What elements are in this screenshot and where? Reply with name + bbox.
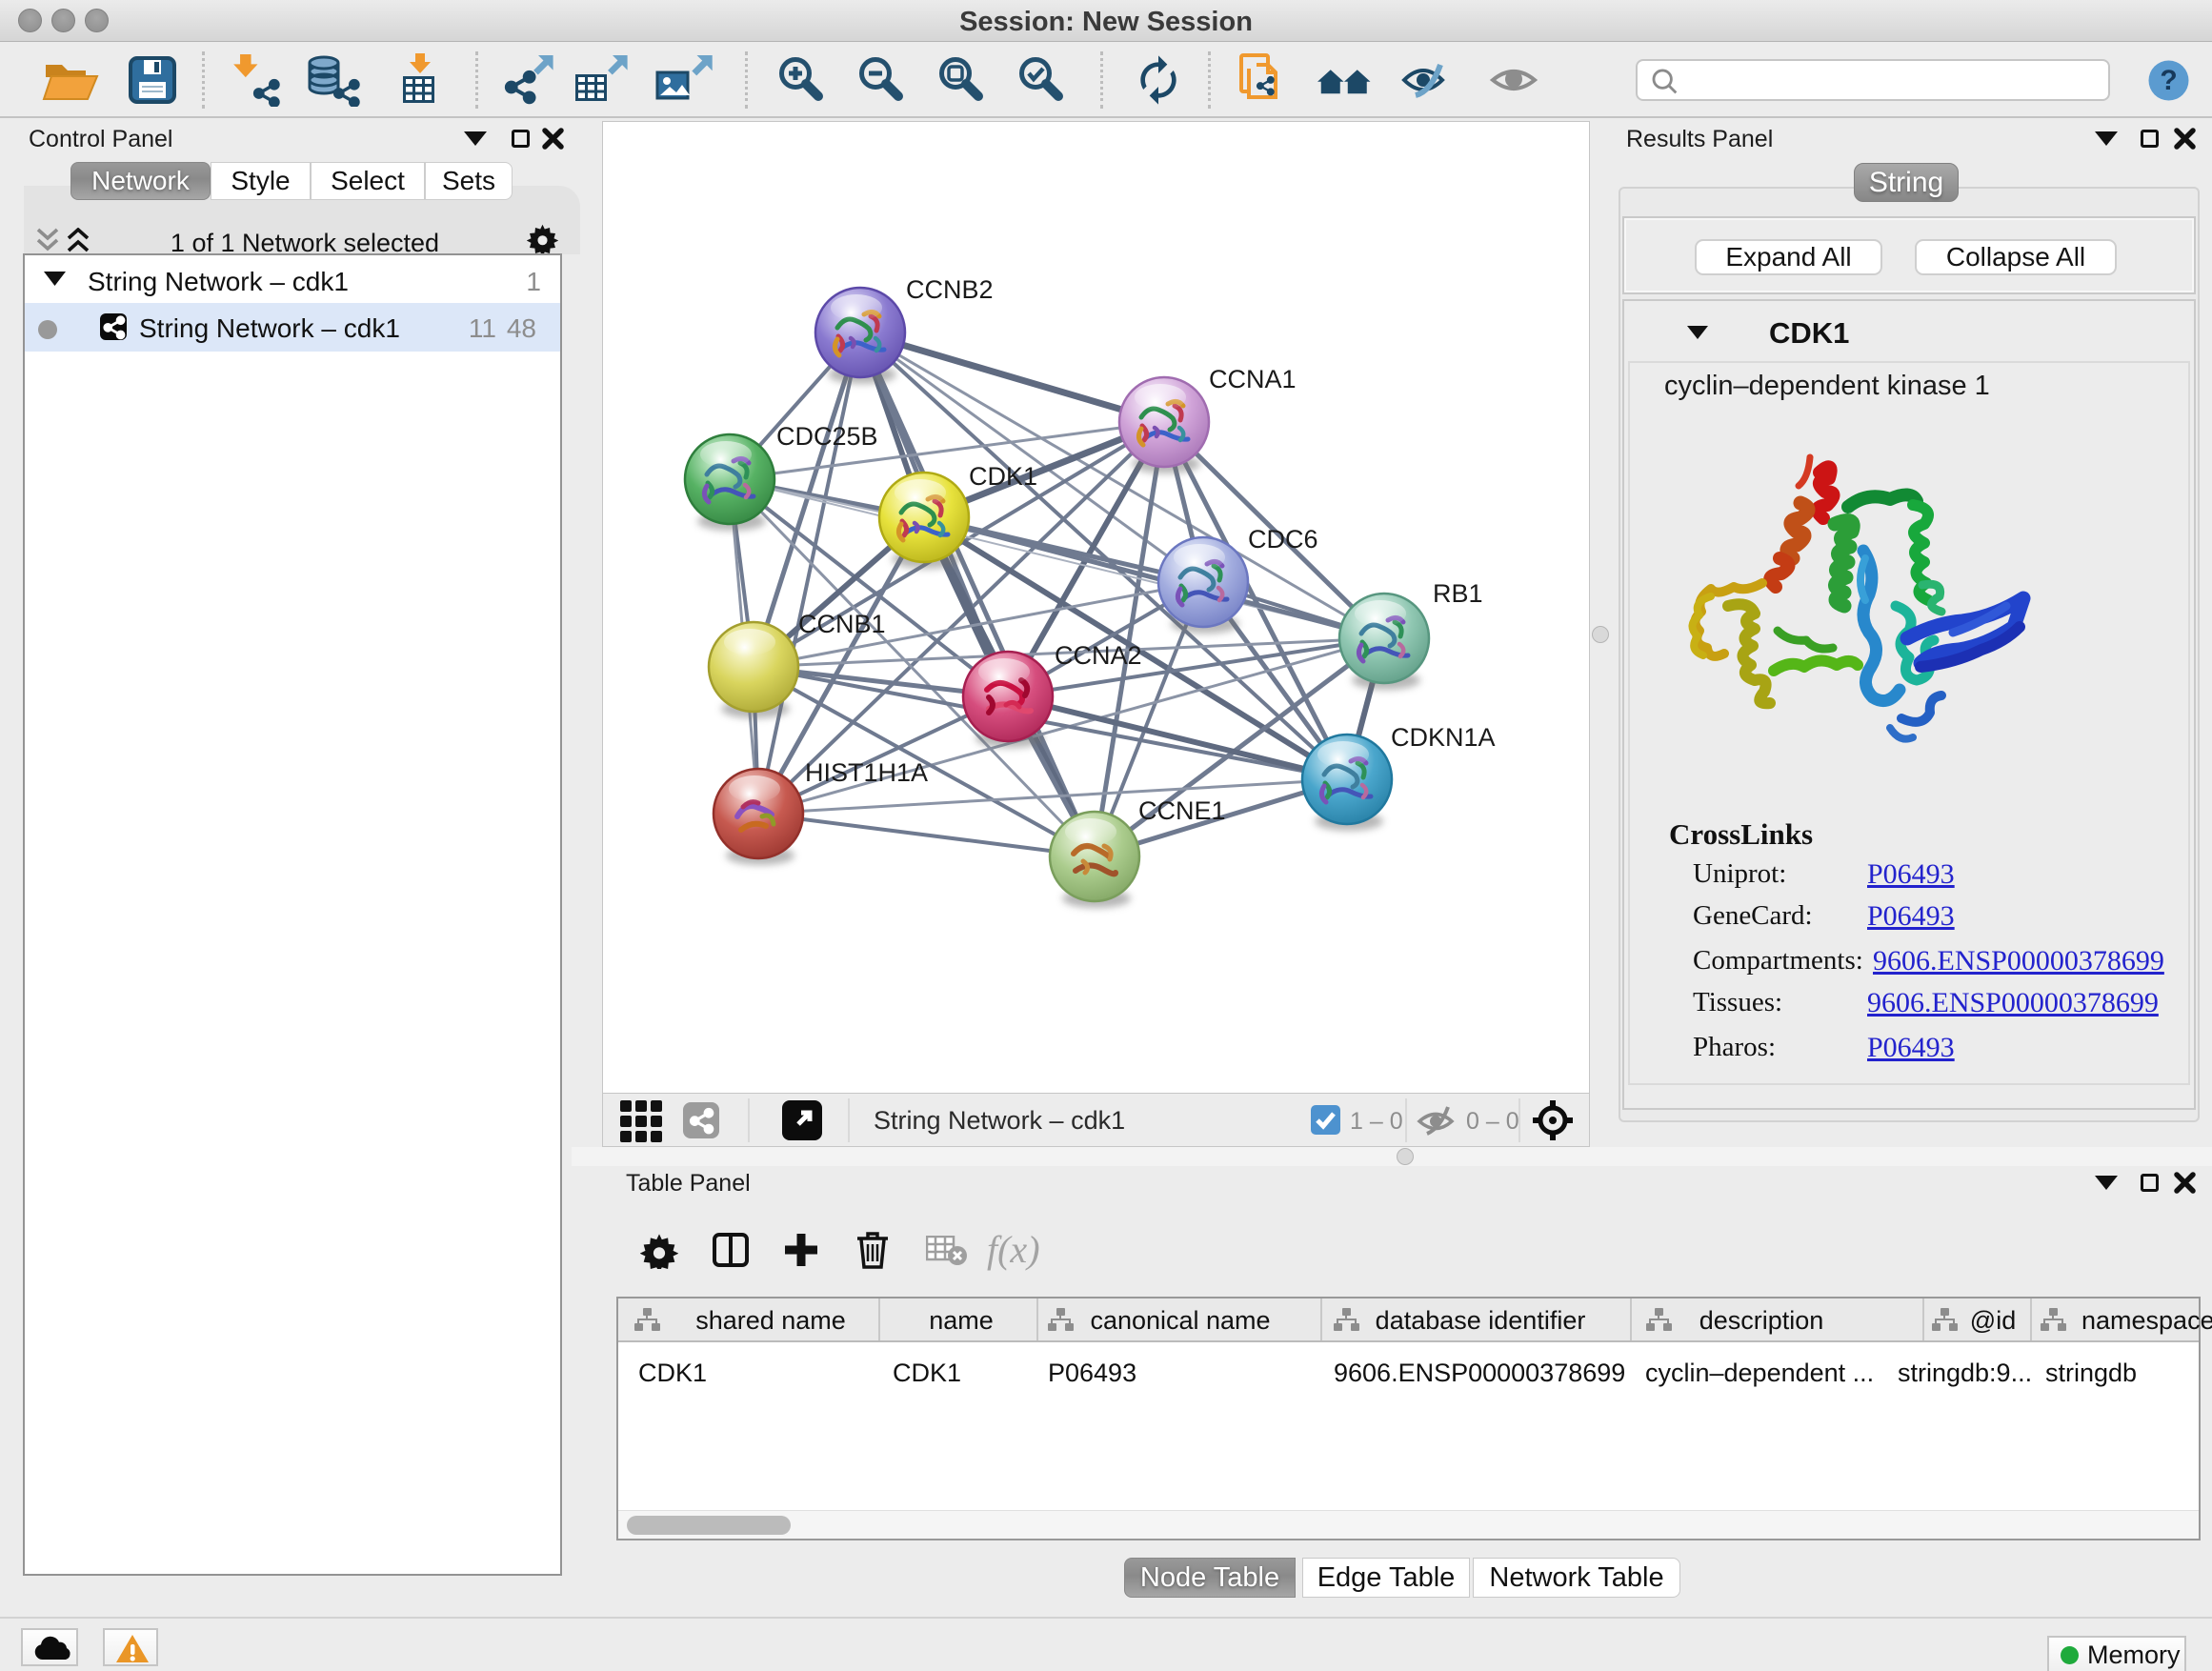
svg-text:CCNA1: CCNA1 xyxy=(1209,365,1297,393)
svg-text:CCNE1: CCNE1 xyxy=(1138,796,1226,825)
svg-text:HIST1H1A: HIST1H1A xyxy=(805,758,928,787)
svg-text:CDKN1A: CDKN1A xyxy=(1391,723,1496,752)
svg-text:CCNB1: CCNB1 xyxy=(798,610,886,638)
svg-text:RB1: RB1 xyxy=(1433,579,1483,608)
svg-text:CCNB2: CCNB2 xyxy=(906,275,994,304)
svg-text:CDC6: CDC6 xyxy=(1248,525,1318,554)
svg-text:CCNA2: CCNA2 xyxy=(1055,641,1142,670)
svg-text:?: ? xyxy=(2160,65,2177,96)
svg-text:CDC25B: CDC25B xyxy=(776,422,878,451)
svg-text:CDK1: CDK1 xyxy=(969,462,1037,491)
